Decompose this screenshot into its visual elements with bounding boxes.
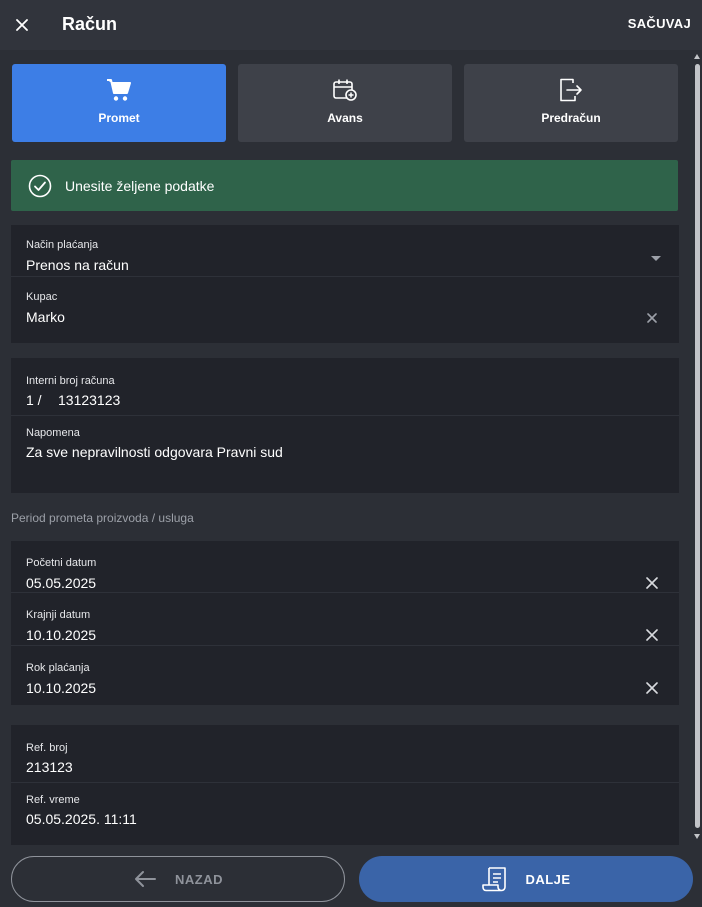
scroll-down-arrow-icon[interactable] — [694, 834, 700, 839]
check-circle-icon — [28, 174, 52, 197]
invoice-number-value: 13123123 — [58, 392, 121, 408]
close-icon — [16, 19, 28, 31]
payment-method-value: Prenos na račun — [26, 257, 129, 273]
form-content[interactable]: Promet Avans Predračun Unesite željene p… — [0, 50, 702, 845]
due-date-value: 10.10.2025 — [26, 680, 97, 696]
clear-end-date-button[interactable] — [645, 628, 659, 642]
tab-avans[interactable]: Avans — [238, 64, 452, 142]
due-date-label: Rok plaćanja — [26, 662, 90, 674]
tab-label: Avans — [327, 111, 363, 125]
alert-text: Unesite željene podatke — [65, 177, 215, 194]
invoice-type-tabs: Promet Avans Predračun — [12, 64, 678, 142]
invoice-number-label: Interni broj računa — [26, 375, 115, 387]
arrow-left-icon — [135, 871, 156, 887]
note-value: Za sve nepravilnosti odgovara Pravni sud — [26, 444, 283, 460]
document-export-icon — [560, 78, 582, 102]
calendar-add-icon — [333, 79, 357, 101]
close-icon — [647, 313, 657, 323]
scroll-thumb[interactable] — [695, 64, 700, 828]
invoice-number-prefix: 1 / — [26, 392, 42, 408]
scroll-up-arrow-icon[interactable] — [694, 54, 700, 59]
start-date-value: 05.05.2025 — [26, 575, 97, 591]
close-icon — [646, 577, 658, 589]
period-section-title: Period prometa proizvoda / usluga — [11, 511, 194, 525]
end-date-label: Krajnji datum — [26, 609, 91, 621]
tab-predracun[interactable]: Predračun — [464, 64, 678, 142]
close-button[interactable] — [12, 15, 32, 35]
customer-field[interactable]: Kupac Marko — [11, 277, 679, 343]
reference-card: Ref. broj 213123 Ref. vreme 05.05.2025. … — [11, 725, 679, 845]
end-date-value: 10.10.2025 — [26, 627, 97, 643]
due-date-field[interactable]: Rok plaćanja 10.10.2025 — [11, 646, 679, 705]
page-title: Račun — [62, 14, 118, 34]
cart-icon — [107, 79, 131, 101]
chevron-down-icon — [651, 255, 661, 261]
ref-number-label: Ref. broj — [26, 742, 68, 754]
bottom-bar: NAZAD DALJE — [0, 845, 702, 907]
customer-label: Kupac — [26, 291, 58, 303]
close-icon — [646, 682, 658, 694]
tab-label: Promet — [98, 111, 140, 125]
invoice-card: Interni broj računa 1 / 13123123 Napomen… — [11, 358, 679, 493]
tab-label: Predračun — [541, 111, 601, 125]
tab-promet[interactable]: Promet — [12, 64, 226, 142]
dropdown-button[interactable] — [649, 251, 663, 265]
ref-number-value: 213123 — [26, 759, 73, 775]
customer-value: Marko — [26, 309, 65, 325]
ref-time-value: 05.05.2025. 11:11 — [26, 811, 137, 827]
invoice-number-field[interactable]: Interni broj računa 1 / 13123123 — [11, 358, 679, 416]
end-date-field[interactable]: Krajnji datum 10.10.2025 — [11, 593, 679, 646]
start-date-label: Početni datum — [26, 557, 97, 569]
ref-number-field[interactable]: Ref. broj 213123 — [11, 725, 679, 783]
payment-method-label: Način plaćanja — [26, 239, 99, 251]
clear-start-date-button[interactable] — [645, 576, 659, 590]
back-button[interactable]: NAZAD — [11, 856, 345, 902]
receipt-icon — [482, 867, 507, 892]
info-alert: Unesite željene podatke — [11, 160, 678, 211]
payment-card: Način plaćanja Prenos na račun Kupac Mar… — [11, 225, 679, 343]
top-bar: Račun SAČUVAJ — [0, 0, 702, 50]
next-button-label: DALJE — [525, 871, 571, 887]
start-date-field[interactable]: Početni datum 05.05.2025 — [11, 541, 679, 593]
scrollbar[interactable] — [693, 50, 702, 845]
ref-time-label: Ref. vreme — [26, 794, 80, 806]
ref-time-field[interactable]: Ref. vreme 05.05.2025. 11:11 — [11, 783, 679, 845]
clear-customer-button[interactable] — [645, 311, 659, 325]
note-label: Napomena — [26, 427, 80, 439]
clear-due-date-button[interactable] — [645, 681, 659, 695]
payment-method-select[interactable]: Način plaćanja Prenos na račun — [11, 225, 679, 277]
close-icon — [646, 629, 658, 641]
period-card: Početni datum 05.05.2025 Krajnji datum 1… — [11, 541, 679, 705]
back-button-label: NAZAD — [175, 871, 223, 887]
note-field[interactable]: Napomena Za sve nepravilnosti odgovara P… — [11, 416, 679, 493]
next-button[interactable]: DALJE — [359, 856, 693, 902]
save-button[interactable]: SAČUVAJ — [628, 16, 691, 31]
